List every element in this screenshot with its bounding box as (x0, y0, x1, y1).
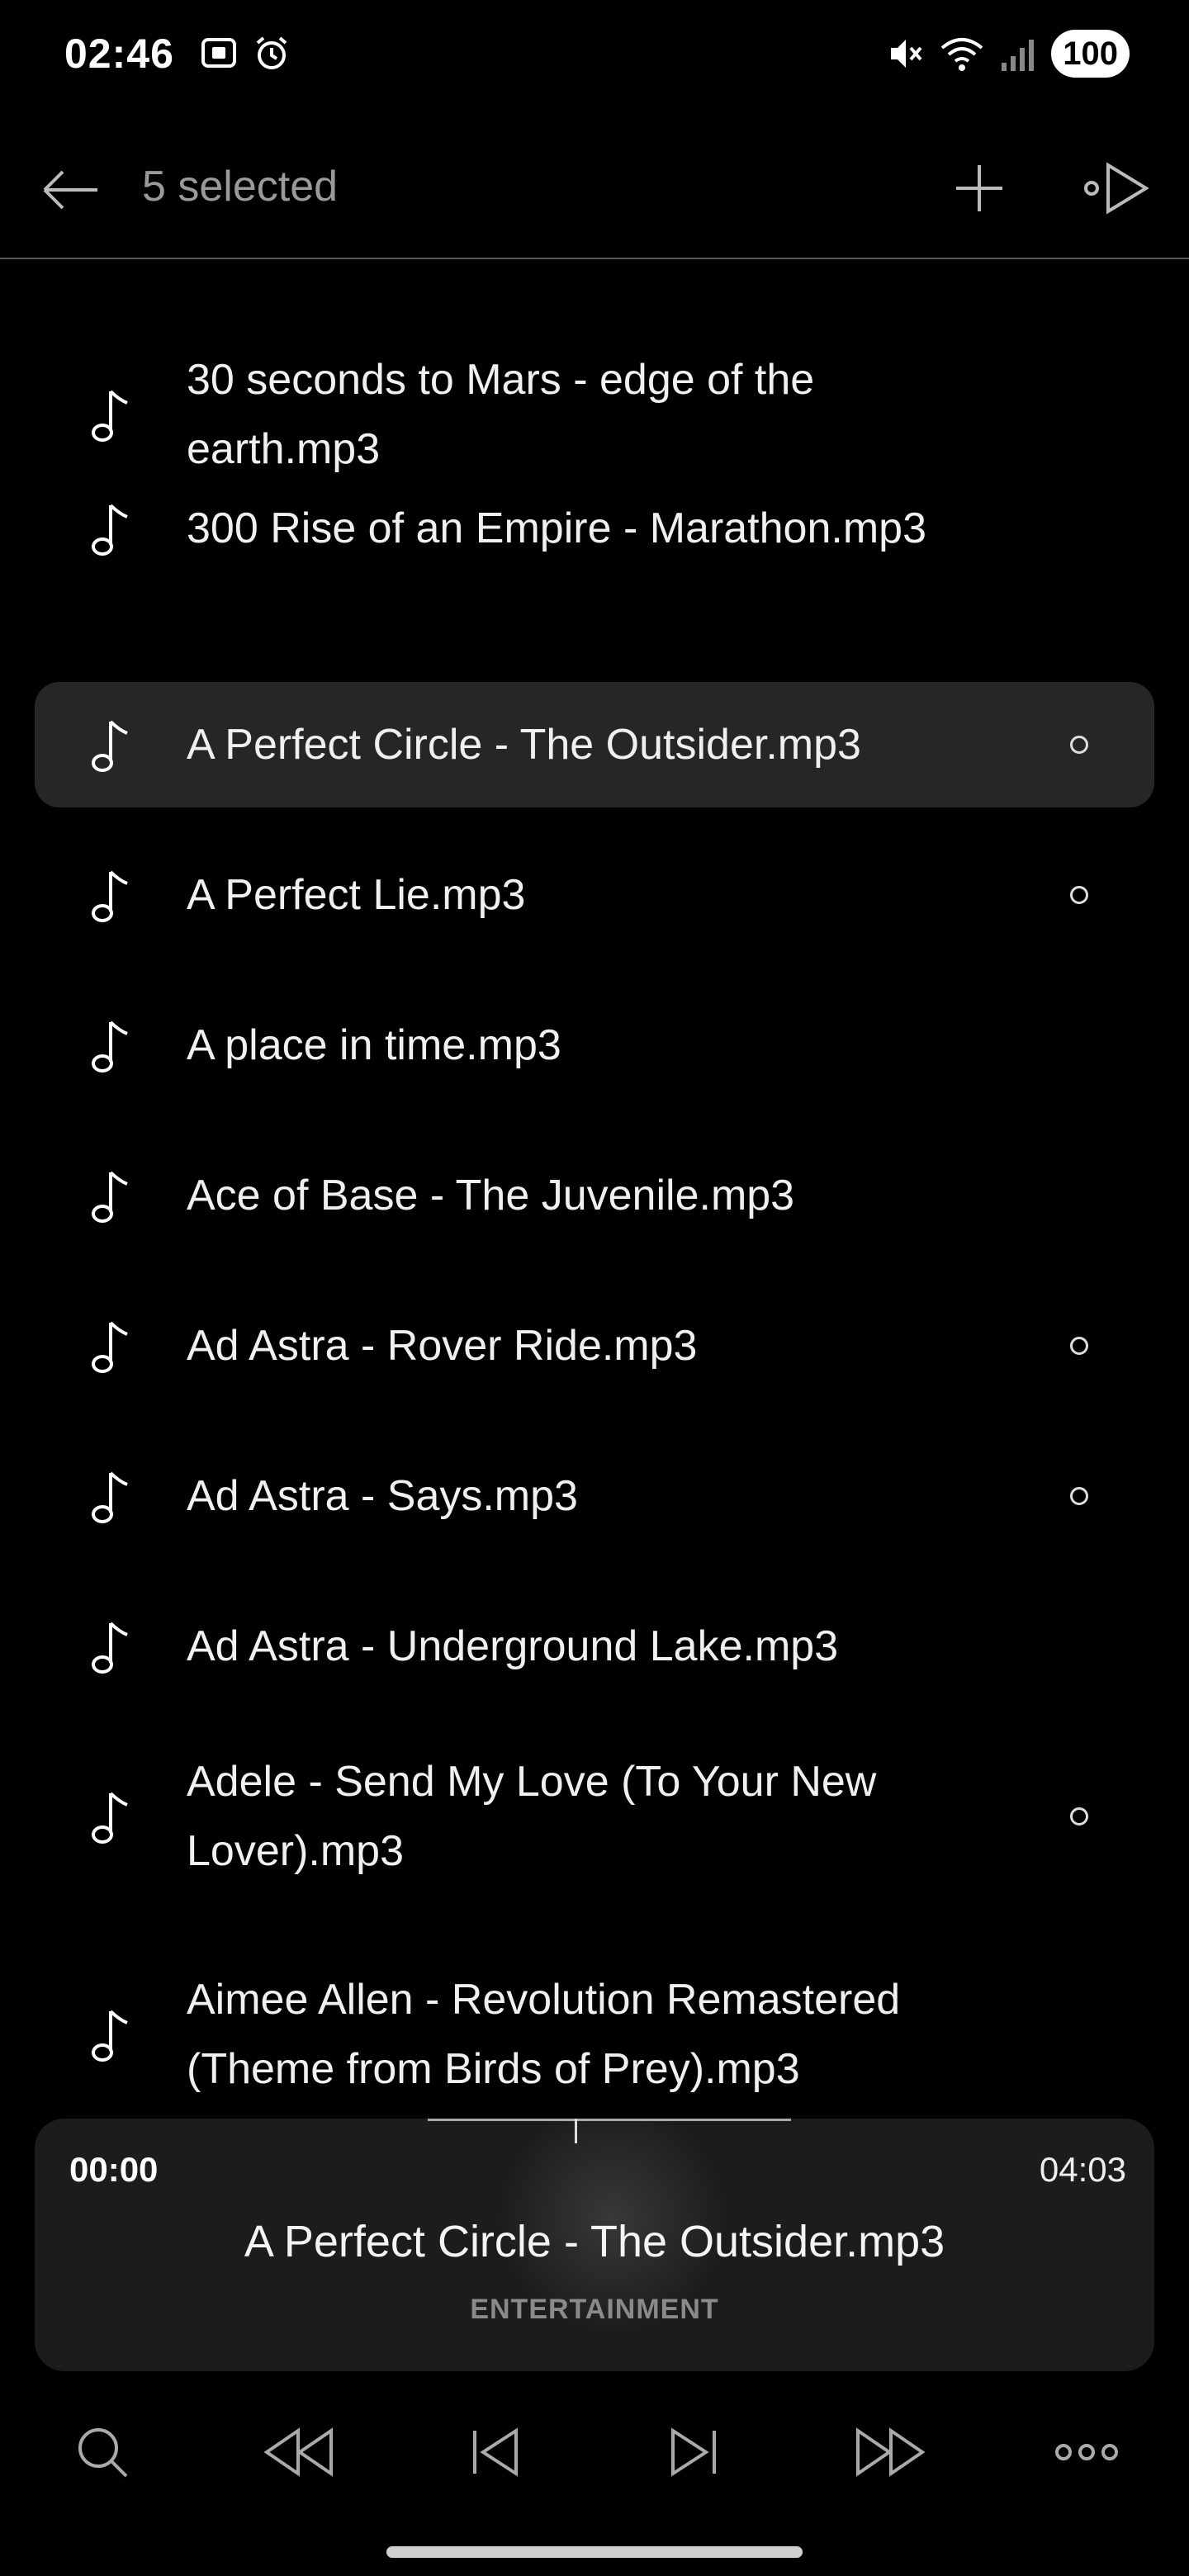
home-indicator[interactable] (386, 2546, 803, 2558)
play-next-button[interactable] (1082, 155, 1156, 221)
selection-toolbar: 5 selected (0, 124, 1189, 259)
selection-indicator[interactable] (1070, 886, 1088, 904)
track-name: A place in time.mp3 (187, 1021, 561, 1069)
track-row[interactable]: A Perfect Lie.mp3 (35, 832, 1154, 958)
music-note-icon (86, 712, 135, 778)
track-list[interactable]: 30 seconds to Mars - edge of the earth.m… (0, 315, 1189, 2115)
previous-button[interactable] (454, 2411, 537, 2493)
status-left-icons (198, 33, 292, 74)
search-icon (78, 2428, 128, 2478)
rewind-button[interactable] (258, 2411, 340, 2493)
track-row[interactable]: Aimee Allen - Revolution Remastered (The… (35, 1952, 1154, 2115)
back-arrow-icon (43, 170, 97, 210)
track-name: A Perfect Lie.mp3 (187, 871, 526, 919)
play-next-icon (1084, 162, 1149, 215)
more-button[interactable] (1045, 2411, 1128, 2493)
rewind-icon (263, 2427, 333, 2477)
music-note-icon (86, 495, 135, 561)
music-note-icon (86, 1463, 135, 1529)
previous-icon (473, 2427, 518, 2477)
progress-marker[interactable] (575, 2119, 577, 2143)
track-row[interactable]: Ace of Base - The Juvenile.mp3 (35, 1133, 1154, 1258)
track-row[interactable]: A Perfect Circle - The Outsider.mp3 (35, 682, 1154, 807)
track-row[interactable]: Adele - Send My Love (To Your New Lover)… (35, 1734, 1154, 1899)
track-row[interactable]: Ad Astra - Rover Ride.mp3 (35, 1283, 1154, 1409)
fast-forward-button[interactable] (849, 2411, 931, 2493)
now-playing-title: A Perfect Circle - The Outsider.mp3 (244, 2217, 945, 2266)
now-playing-panel[interactable]: 00:00 04:03 A Perfect Circle - The Outsi… (35, 2119, 1154, 2371)
track-name: Ad Astra - Says.mp3 (187, 1472, 578, 1520)
track-name: Aimee Allen - Revolution Remastered (The… (187, 1976, 901, 2093)
battery-indicator: 100 (1051, 30, 1130, 78)
selection-indicator[interactable] (1070, 1487, 1088, 1505)
fast-forward-icon (856, 2427, 926, 2477)
progress-track[interactable] (428, 2119, 791, 2121)
music-note-icon (86, 1783, 135, 1849)
selection-indicator[interactable] (1070, 1807, 1088, 1825)
music-note-icon (86, 1012, 135, 1078)
current-time: 00:00 (69, 2150, 159, 2189)
music-note-icon (86, 1613, 135, 1679)
status-time: 02:46 (64, 31, 174, 77)
total-time: 04:03 (1039, 2150, 1126, 2189)
playback-controls (0, 2411, 1189, 2502)
signal-icon (1000, 33, 1036, 74)
back-button[interactable] (38, 157, 104, 223)
plus-icon (956, 165, 1002, 211)
selection-indicator[interactable] (1070, 1337, 1088, 1355)
mute-icon (886, 33, 924, 74)
selection-count-title: 5 selected (142, 163, 339, 211)
search-button[interactable] (61, 2411, 144, 2493)
track-row[interactable]: A place in time.mp3 (35, 983, 1154, 1108)
alarm-icon (251, 33, 292, 74)
track-name: Ad Astra - Rover Ride.mp3 (187, 1322, 698, 1370)
track-name: Ace of Base - The Juvenile.mp3 (187, 1172, 795, 1219)
track-name: Ad Astra - Underground Lake.mp3 (187, 1622, 839, 1670)
screen-record-icon (198, 33, 239, 74)
music-note-icon (86, 1313, 135, 1379)
status-right-icons: 100 (886, 30, 1130, 78)
track-row[interactable]: Ad Astra - Says.mp3 (35, 1433, 1154, 1559)
track-name: 30 seconds to Mars - edge of the earth.m… (187, 356, 815, 473)
track-row[interactable]: Ad Astra - Underground Lake.mp3 (35, 1584, 1154, 1709)
track-row[interactable]: 300 Rise of an Empire - Marathon.mp3 (35, 466, 1154, 591)
more-icon (1055, 2444, 1118, 2460)
music-note-icon (86, 862, 135, 928)
now-playing-subtitle: ENTERTAINMENT (470, 2294, 719, 2325)
music-note-icon (86, 2001, 135, 2067)
track-name: A Perfect Circle - The Outsider.mp3 (187, 721, 861, 769)
selection-indicator[interactable] (1070, 736, 1088, 754)
track-name: Adele - Send My Love (To Your New Lover)… (187, 1758, 877, 1875)
wifi-icon (939, 33, 985, 74)
next-button[interactable] (652, 2411, 735, 2493)
music-note-icon (86, 1163, 135, 1229)
add-to-playlist-button[interactable] (946, 155, 1012, 221)
next-icon (671, 2427, 716, 2477)
status-bar: 02:46 100 (0, 0, 1189, 107)
music-note-icon (86, 381, 135, 447)
track-name: 300 Rise of an Empire - Marathon.mp3 (187, 504, 926, 552)
